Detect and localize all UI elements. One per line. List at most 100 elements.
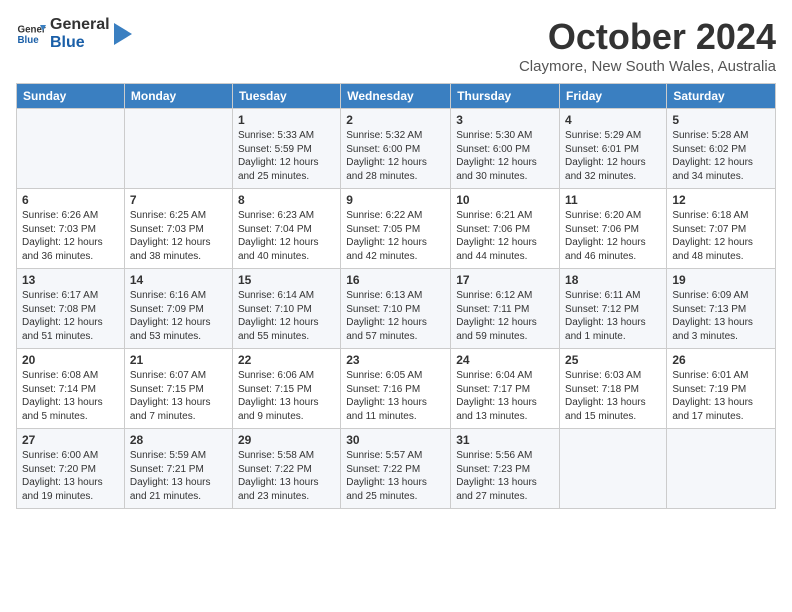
logo-general: General	[50, 16, 110, 34]
day-number: 7	[130, 193, 227, 207]
page-header: General Blue General Blue October 2024 C…	[16, 16, 776, 75]
calendar-cell: 30 Sunrise: 5:57 AM Sunset: 7:22 PM Dayli…	[341, 429, 451, 509]
day-number: 30	[346, 433, 445, 447]
day-detail: Sunrise: 6:11 AM Sunset: 7:12 PM Dayligh…	[565, 289, 661, 343]
calendar-cell: 13Sunrise: 6:17 AM Sunset: 7:08 PM Dayli…	[17, 269, 125, 349]
day-detail: Sunrise: 6:09 AM Sunset: 7:13 PM Dayligh…	[672, 289, 770, 343]
day-detail: Sunrise: 6:05 AM Sunset: 7:16 PM Dayligh…	[346, 369, 445, 423]
day-detail: Sunrise: 6:22 AM Sunset: 7:05 PM Dayligh…	[346, 209, 445, 263]
calendar-cell: 31Sunrise: 5:56 AM Sunset: 7:23 PM Dayli…	[451, 429, 560, 509]
day-number: 11	[565, 193, 661, 207]
day-header-wednesday: Wednesday	[341, 84, 451, 109]
day-detail: Sunrise: 5:57 AM Sunset: 7:22 PM Dayligh…	[346, 449, 445, 503]
logo-arrow-icon	[114, 23, 132, 45]
day-number: 16	[346, 273, 445, 287]
calendar-cell: 10 Sunrise: 6:21 AM Sunset: 7:06 PM Dayli…	[451, 189, 560, 269]
day-number: 28	[130, 433, 227, 447]
calendar-week-row: 1Sunrise: 5:33 AM Sunset: 5:59 PM Daylig…	[17, 109, 776, 189]
calendar-cell	[667, 429, 776, 509]
calendar-cell: 28Sunrise: 5:59 AM Sunset: 7:21 PM Dayli…	[124, 429, 232, 509]
calendar-header-row: SundayMondayTuesdayWednesdayThursdayFrid…	[17, 84, 776, 109]
day-number: 13	[22, 273, 119, 287]
day-detail: Sunrise: 6:06 AM Sunset: 7:15 PM Dayligh…	[238, 369, 335, 423]
day-detail: Sunrise: 6:14 AM Sunset: 7:10 PM Dayligh…	[238, 289, 335, 343]
calendar-cell: 11 Sunrise: 6:20 AM Sunset: 7:06 PM Dayli…	[560, 189, 667, 269]
day-number: 4	[565, 113, 661, 127]
day-detail: Sunrise: 6:20 AM Sunset: 7:06 PM Dayligh…	[565, 209, 661, 263]
calendar-week-row: 6Sunrise: 6:26 AM Sunset: 7:03 PM Daylig…	[17, 189, 776, 269]
calendar-week-row: 20 Sunrise: 6:08 AM Sunset: 7:14 PM Dayli…	[17, 349, 776, 429]
day-number: 12	[672, 193, 770, 207]
logo-blue: Blue	[50, 34, 110, 52]
calendar-cell: 17Sunrise: 6:12 AM Sunset: 7:11 PM Dayli…	[451, 269, 560, 349]
day-detail: Sunrise: 6:12 AM Sunset: 7:11 PM Dayligh…	[456, 289, 554, 343]
calendar-cell	[124, 109, 232, 189]
day-number: 2	[346, 113, 445, 127]
calendar-cell: 18 Sunrise: 6:11 AM Sunset: 7:12 PM Dayli…	[560, 269, 667, 349]
day-number: 18	[565, 273, 661, 287]
calendar-cell: 25 Sunrise: 6:03 AM Sunset: 7:18 PM Dayli…	[560, 349, 667, 429]
day-number: 10	[456, 193, 554, 207]
svg-text:Blue: Blue	[18, 35, 40, 46]
day-detail: Sunrise: 6:21 AM Sunset: 7:06 PM Dayligh…	[456, 209, 554, 263]
calendar-body: 1Sunrise: 5:33 AM Sunset: 5:59 PM Daylig…	[17, 109, 776, 509]
day-number: 29	[238, 433, 335, 447]
day-detail: Sunrise: 5:56 AM Sunset: 7:23 PM Dayligh…	[456, 449, 554, 503]
calendar-cell: 7 Sunrise: 6:25 AM Sunset: 7:03 PM Daylig…	[124, 189, 232, 269]
calendar-cell: 15 Sunrise: 6:14 AM Sunset: 7:10 PM Dayli…	[232, 269, 340, 349]
calendar-cell: 1Sunrise: 5:33 AM Sunset: 5:59 PM Daylig…	[232, 109, 340, 189]
day-header-friday: Friday	[560, 84, 667, 109]
day-detail: Sunrise: 6:18 AM Sunset: 7:07 PM Dayligh…	[672, 209, 770, 263]
day-number: 1	[238, 113, 335, 127]
day-number: 25	[565, 353, 661, 367]
calendar-cell: 14 Sunrise: 6:16 AM Sunset: 7:09 PM Dayli…	[124, 269, 232, 349]
calendar-cell: 20 Sunrise: 6:08 AM Sunset: 7:14 PM Dayli…	[17, 349, 125, 429]
day-header-saturday: Saturday	[667, 84, 776, 109]
day-header-thursday: Thursday	[451, 84, 560, 109]
day-detail: Sunrise: 6:25 AM Sunset: 7:03 PM Dayligh…	[130, 209, 227, 263]
day-detail: Sunrise: 6:01 AM Sunset: 7:19 PM Dayligh…	[672, 369, 770, 423]
day-number: 23	[346, 353, 445, 367]
calendar-cell: 22Sunrise: 6:06 AM Sunset: 7:15 PM Dayli…	[232, 349, 340, 429]
calendar-cell: 12 Sunrise: 6:18 AM Sunset: 7:07 PM Dayli…	[667, 189, 776, 269]
calendar-cell: 27 Sunrise: 6:00 AM Sunset: 7:20 PM Dayli…	[17, 429, 125, 509]
calendar-cell: 9 Sunrise: 6:22 AM Sunset: 7:05 PM Daylig…	[341, 189, 451, 269]
day-number: 14	[130, 273, 227, 287]
day-detail: Sunrise: 5:32 AM Sunset: 6:00 PM Dayligh…	[346, 129, 445, 183]
day-number: 27	[22, 433, 119, 447]
calendar-cell: 2 Sunrise: 5:32 AM Sunset: 6:00 PM Daylig…	[341, 109, 451, 189]
day-number: 20	[22, 353, 119, 367]
calendar-week-row: 13Sunrise: 6:17 AM Sunset: 7:08 PM Dayli…	[17, 269, 776, 349]
logo-icon: General Blue	[16, 19, 46, 49]
calendar-cell: 16Sunrise: 6:13 AM Sunset: 7:10 PM Dayli…	[341, 269, 451, 349]
calendar-table: SundayMondayTuesdayWednesdayThursdayFrid…	[16, 83, 776, 509]
calendar-cell: 21Sunrise: 6:07 AM Sunset: 7:15 PM Dayli…	[124, 349, 232, 429]
day-number: 9	[346, 193, 445, 207]
calendar-cell: 24 Sunrise: 6:04 AM Sunset: 7:17 PM Dayli…	[451, 349, 560, 429]
day-number: 19	[672, 273, 770, 287]
calendar-cell: 3 Sunrise: 5:30 AM Sunset: 6:00 PM Daylig…	[451, 109, 560, 189]
calendar-cell: 6Sunrise: 6:26 AM Sunset: 7:03 PM Daylig…	[17, 189, 125, 269]
day-number: 26	[672, 353, 770, 367]
day-detail: Sunrise: 6:16 AM Sunset: 7:09 PM Dayligh…	[130, 289, 227, 343]
day-detail: Sunrise: 6:04 AM Sunset: 7:17 PM Dayligh…	[456, 369, 554, 423]
logo: General Blue General Blue	[16, 16, 132, 51]
day-detail: Sunrise: 5:30 AM Sunset: 6:00 PM Dayligh…	[456, 129, 554, 183]
month-title: October 2024	[519, 16, 776, 58]
day-detail: Sunrise: 5:28 AM Sunset: 6:02 PM Dayligh…	[672, 129, 770, 183]
day-number: 15	[238, 273, 335, 287]
day-number: 8	[238, 193, 335, 207]
calendar-cell: 23 Sunrise: 6:05 AM Sunset: 7:16 PM Dayli…	[341, 349, 451, 429]
day-header-sunday: Sunday	[17, 84, 125, 109]
day-detail: Sunrise: 6:07 AM Sunset: 7:15 PM Dayligh…	[130, 369, 227, 423]
day-detail: Sunrise: 6:23 AM Sunset: 7:04 PM Dayligh…	[238, 209, 335, 263]
calendar-cell: 19 Sunrise: 6:09 AM Sunset: 7:13 PM Dayli…	[667, 269, 776, 349]
day-detail: Sunrise: 6:08 AM Sunset: 7:14 PM Dayligh…	[22, 369, 119, 423]
title-block: October 2024 Claymore, New South Wales, …	[519, 16, 776, 75]
day-number: 3	[456, 113, 554, 127]
day-detail: Sunrise: 5:58 AM Sunset: 7:22 PM Dayligh…	[238, 449, 335, 503]
day-detail: Sunrise: 5:29 AM Sunset: 6:01 PM Dayligh…	[565, 129, 661, 183]
day-number: 24	[456, 353, 554, 367]
day-detail: Sunrise: 6:00 AM Sunset: 7:20 PM Dayligh…	[22, 449, 119, 503]
day-detail: Sunrise: 6:03 AM Sunset: 7:18 PM Dayligh…	[565, 369, 661, 423]
